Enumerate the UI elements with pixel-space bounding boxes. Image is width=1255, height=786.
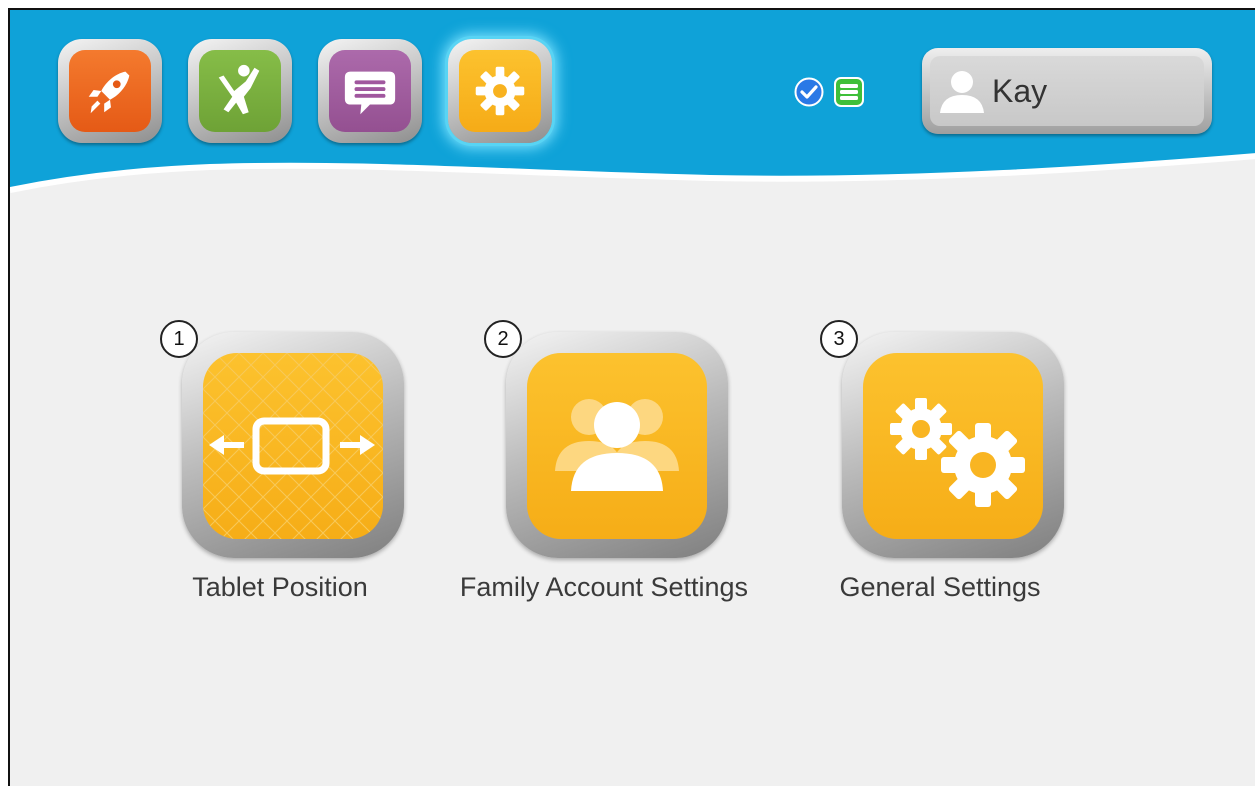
list-icon xyxy=(834,77,864,107)
rocket-icon xyxy=(88,71,130,114)
user-profile-button[interactable]: Kay xyxy=(922,48,1212,134)
checkmark-icon xyxy=(794,77,824,107)
app-window: Kay 1 Tablet Position 2 Family Account S… xyxy=(8,8,1255,786)
general-settings-option[interactable]: 3 General Settings xyxy=(820,320,1064,620)
family-users-icon xyxy=(555,399,679,491)
activity-app-button[interactable] xyxy=(188,39,292,143)
option-number-badge: 3 xyxy=(820,320,858,358)
user-name: Kay xyxy=(992,72,1048,109)
tablet-position-icon xyxy=(203,353,383,539)
jumping-person-icon xyxy=(218,64,260,115)
gears-icon xyxy=(890,398,1025,507)
messages-app-button[interactable] xyxy=(318,39,422,143)
option-label: General Settings xyxy=(839,572,1041,602)
option-number-badge: 2 xyxy=(484,320,522,358)
tablet-position-option[interactable]: 1 Tablet Position xyxy=(160,320,404,620)
status-indicators xyxy=(794,77,864,107)
user-silhouette-icon xyxy=(940,71,984,113)
rocket-app-button[interactable] xyxy=(58,39,162,143)
settings-app-button[interactable] xyxy=(448,39,552,143)
option-number-badge: 1 xyxy=(160,320,198,358)
speech-bubble-icon xyxy=(344,71,396,115)
gear-icon xyxy=(475,66,525,116)
family-account-settings-option[interactable]: 2 Family Account Settings xyxy=(460,320,748,620)
